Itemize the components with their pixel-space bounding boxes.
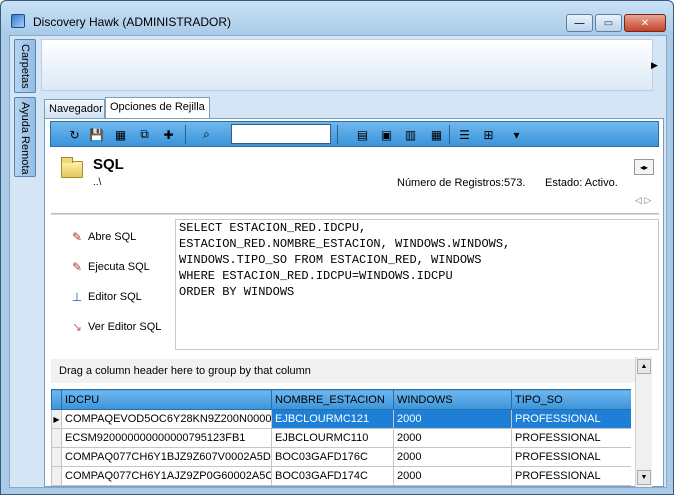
sql-header: SQL ..\ Número de Registros:573. Estado:…: [51, 151, 659, 211]
page-title: SQL: [93, 156, 124, 173]
table-cell[interactable]: PROFESSIONAL: [511, 466, 631, 486]
side-tab-label: Carpetas: [19, 44, 31, 89]
table-cell[interactable]: COMPAQEVOD5OC6Y28KN9Z200N000080: [61, 409, 272, 429]
open-sql-icon: ✎: [71, 230, 83, 244]
results-grid: IDCPU NOMBRE_ESTACION WINDOWS TIPO_SO ▶ …: [51, 389, 631, 487]
abre-sql-button[interactable]: ✎ Abre SQL: [69, 227, 136, 247]
editor-sql-icon: ⊥: [71, 290, 83, 304]
layout-top-icon[interactable]: ▤: [353, 125, 372, 144]
table-cell[interactable]: 2000: [393, 466, 512, 486]
table-cell[interactable]: 2000: [393, 447, 512, 467]
table-row[interactable]: ▶ COMPAQEVOD5OC6Y28KN9Z200N000080 EJBCLO…: [51, 409, 631, 429]
layout-form-icon[interactable]: ▣: [377, 125, 396, 144]
export-icon[interactable]: ▦: [111, 125, 130, 144]
app-logo-icon: [11, 14, 25, 28]
table-row[interactable]: ECSM920000000000000795123FB1 EJBCLOURMC1…: [51, 428, 631, 448]
table-cell[interactable]: PROFESSIONAL: [511, 447, 631, 467]
scroll-up-icon[interactable]: ▲: [637, 359, 651, 374]
tree-icon[interactable]: ⊞: [479, 125, 498, 144]
refresh-icon[interactable]: ↻: [65, 125, 84, 144]
save-icon[interactable]: 💾: [87, 125, 106, 144]
minimize-button[interactable]: —: [566, 14, 593, 32]
ejecuta-sql-button[interactable]: ✎ Ejecuta SQL: [69, 257, 150, 277]
row-indicator: [51, 428, 62, 448]
toolbar-search-input[interactable]: [231, 124, 331, 144]
ver-editor-sql-button[interactable]: ↘ Ver Editor SQL: [69, 317, 161, 337]
tab-navegador[interactable]: Navegador: [44, 99, 105, 119]
toolbar-separator: [449, 125, 450, 144]
side-tab-ayuda-remota[interactable]: Ayuda Remota: [14, 97, 36, 177]
status-text: Estado: Activo.: [545, 177, 618, 189]
row-indicator-icon: ▶: [51, 409, 62, 429]
app-window: Discovery Hawk (ADMINISTRADOR) — ▭ ✕ Car…: [0, 0, 674, 495]
layout-bottom-icon[interactable]: ▥: [401, 125, 420, 144]
close-button[interactable]: ✕: [624, 14, 666, 32]
divider: [51, 213, 659, 215]
editor-sql-button[interactable]: ⊥ Editor SQL: [69, 287, 142, 307]
table-cell[interactable]: COMPAQ077CH6Y1AJZ9ZP0G60002A5CA: [61, 466, 272, 486]
table-cell[interactable]: COMPAQ077CH6Y1BJZ9Z607V0002A5D6: [61, 447, 272, 467]
table-row[interactable]: COMPAQ077CH6Y1AJZ9ZP0G60002A5CA BOC03GAF…: [51, 466, 631, 486]
table-row[interactable]: COMPAQ077CH6Y1BJZ9Z607V0002A5D6 BOC03GAF…: [51, 447, 631, 467]
row-indicator: [51, 447, 62, 467]
client-area: Carpetas Ayuda Remota ▶ Navegador Opcion…: [9, 35, 667, 488]
dropdown-icon[interactable]: ▾: [507, 125, 526, 144]
sql-editor[interactable]: SELECT ESTACION_RED.IDCPU, ESTACION_RED.…: [175, 219, 659, 350]
side-tab-carpetas[interactable]: Carpetas: [14, 39, 36, 93]
table-cell[interactable]: BOC03GAFD176C: [271, 447, 394, 467]
grid-scrollbar[interactable]: ▲ ▼: [635, 357, 652, 487]
title-bar[interactable]: Discovery Hawk (ADMINISTRADOR) — ▭ ✕: [1, 1, 673, 35]
execute-sql-icon: ✎: [71, 260, 83, 274]
table-cell[interactable]: EJBCLOURMC121: [271, 409, 394, 429]
tab-opciones-de-rejilla[interactable]: Opciones de Rejilla: [105, 97, 210, 119]
group-by-hint: Drag a column header here to group by th…: [59, 365, 311, 377]
table-cell[interactable]: 2000: [393, 409, 512, 429]
grid-header-row: IDCPU NOMBRE_ESTACION WINDOWS TIPO_SO: [51, 389, 631, 410]
expand-arrow-icon[interactable]: ▶: [651, 60, 658, 71]
group-by-panel[interactable]: Drag a column header here to group by th…: [51, 359, 635, 383]
column-header-idcpu[interactable]: IDCPU: [61, 389, 272, 410]
table-cell[interactable]: PROFESSIONAL: [511, 428, 631, 448]
tab-strip: Navegador Opciones de Rejilla: [44, 97, 644, 119]
column-header-tipo-so[interactable]: TIPO_SO: [511, 389, 631, 410]
view-editor-sql-icon: ↘: [71, 320, 83, 334]
action-label: Abre SQL: [88, 231, 137, 243]
table-cell[interactable]: BOC03GAFD174C: [271, 466, 394, 486]
action-label: Ver Editor SQL: [88, 321, 162, 333]
table-cell[interactable]: ECSM920000000000000795123FB1: [61, 428, 272, 448]
record-count: Número de Registros:573.: [397, 177, 526, 189]
sql-actions: ✎ Abre SQL ✎ Ejecuta SQL ⊥ Editor SQL ↘ …: [51, 223, 169, 363]
scroll-arrows-icon[interactable]: ◁ ▷: [635, 195, 651, 206]
grid-icon[interactable]: ▦: [427, 125, 446, 144]
row-indicator: [51, 466, 62, 486]
window-title: Discovery Hawk (ADMINISTRADOR): [33, 15, 232, 29]
nav-arrows-button[interactable]: ◂▸: [634, 159, 654, 175]
add-icon[interactable]: ✚: [159, 125, 178, 144]
side-tab-label: Ayuda Remota: [19, 102, 31, 175]
copy-icon[interactable]: ⧉: [135, 125, 154, 144]
action-label: Ejecuta SQL: [88, 261, 150, 273]
table-cell[interactable]: 2000: [393, 428, 512, 448]
top-panel: [41, 39, 653, 91]
table-cell[interactable]: PROFESSIONAL: [511, 409, 631, 429]
column-header-nombre-estacion[interactable]: NOMBRE_ESTACION: [271, 389, 394, 410]
action-label: Editor SQL: [88, 291, 142, 303]
split-icon[interactable]: ☰: [455, 125, 474, 144]
tab-page: ↻ 💾 ▦ ⧉ ✚ ⌕ ▤ ▣ ▥ ▦ ☰ ⊞ ▾ SQL ..\ Número…: [44, 118, 664, 487]
toolbar-separator: [337, 125, 338, 144]
folder-path: ..\: [93, 177, 102, 188]
maximize-button[interactable]: ▭: [595, 14, 622, 32]
toolbar-separator: [185, 125, 186, 144]
grid-corner: [51, 389, 62, 410]
table-cell[interactable]: EJBCLOURMC110: [271, 428, 394, 448]
scroll-down-icon[interactable]: ▼: [637, 470, 651, 485]
column-header-windows[interactable]: WINDOWS: [393, 389, 512, 410]
folder-icon: [61, 157, 83, 178]
toolbar: ↻ 💾 ▦ ⧉ ✚ ⌕ ▤ ▣ ▥ ▦ ☰ ⊞ ▾: [50, 121, 659, 147]
find-icon[interactable]: ⌕: [197, 125, 216, 144]
